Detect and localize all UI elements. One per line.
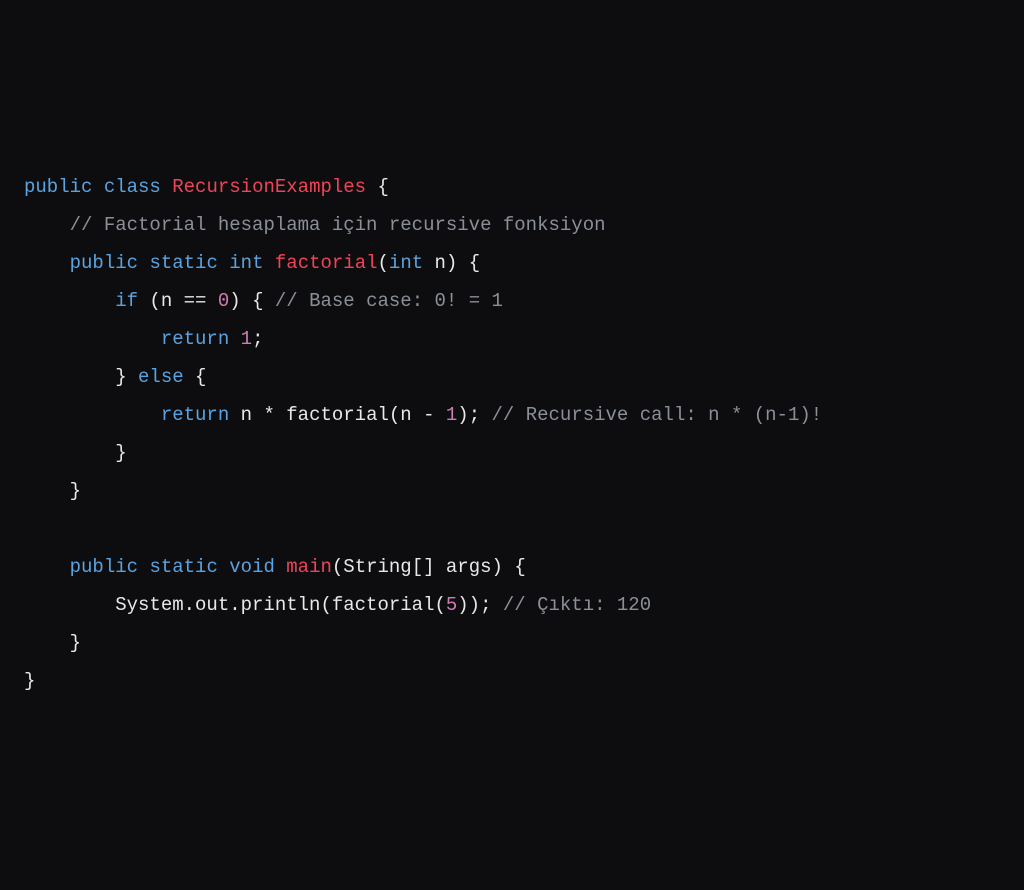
code-token: static: [149, 556, 217, 578]
code-token: else: [138, 366, 184, 388]
code-line: System.out.println(factorial(5)); // Çık…: [24, 586, 1000, 624]
code-line: return n * factorial(n - 1); // Recursiv…: [24, 396, 1000, 434]
code-token: int: [229, 252, 263, 274]
code-token: [24, 328, 161, 350]
code-block: public class RecursionExamples { // Fact…: [24, 168, 1000, 700]
code-token: 1: [241, 328, 252, 350]
code-token: (n: [138, 290, 184, 312]
code-token: {: [184, 366, 207, 388]
code-token: [24, 556, 70, 578]
code-token: [24, 290, 115, 312]
code-token: return: [161, 328, 229, 350]
code-token: n) {: [423, 252, 480, 274]
code-token: (: [378, 252, 389, 274]
code-token: [24, 252, 70, 274]
code-token: main: [286, 556, 332, 578]
code-token: [263, 252, 274, 274]
code-token: n * factorial(n -: [229, 404, 446, 426]
code-token: ;: [252, 328, 263, 350]
code-token: [218, 252, 229, 274]
code-token: public: [24, 176, 92, 198]
code-token: );: [457, 404, 491, 426]
code-token: void: [229, 556, 275, 578]
code-token: ) {: [229, 290, 275, 312]
code-line: return 1;: [24, 320, 1000, 358]
code-token: [92, 176, 103, 198]
code-line: if (n == 0) { // Base case: 0! = 1: [24, 282, 1000, 320]
code-token: [229, 328, 240, 350]
code-token: }: [24, 480, 81, 502]
code-token: ==: [184, 290, 207, 312]
code-token: [275, 556, 286, 578]
code-line: // Factorial hesaplama için recursive fo…: [24, 206, 1000, 244]
code-token: [138, 556, 149, 578]
code-token: [138, 252, 149, 274]
code-token: // Çıktı: 120: [503, 594, 651, 616]
code-line: public class RecursionExamples {: [24, 168, 1000, 206]
code-line: }: [24, 624, 1000, 662]
code-token: class: [104, 176, 161, 198]
code-token: }: [24, 366, 138, 388]
code-token: [24, 214, 70, 236]
code-token: 1: [446, 404, 457, 426]
code-line: public static void main(String[] args) {: [24, 548, 1000, 586]
code-line: public static int factorial(int n) {: [24, 244, 1000, 282]
code-token: // Base case: 0! = 1: [275, 290, 503, 312]
code-token: factorial: [275, 252, 378, 274]
code-token: // Recursive call: n * (n-1)!: [492, 404, 823, 426]
code-line: }: [24, 662, 1000, 700]
code-token: }: [24, 442, 127, 464]
code-token: ));: [457, 594, 503, 616]
code-token: if: [115, 290, 138, 312]
code-token: [218, 556, 229, 578]
code-token: }: [24, 670, 35, 692]
code-token: int: [389, 252, 423, 274]
code-token: static: [149, 252, 217, 274]
code-line: }: [24, 434, 1000, 472]
code-line: [24, 510, 1000, 548]
code-token: return: [161, 404, 229, 426]
code-token: // Factorial hesaplama için recursive fo…: [70, 214, 606, 236]
code-token: [24, 404, 161, 426]
code-token: RecursionExamples: [172, 176, 366, 198]
code-token: System.out.println(factorial(: [24, 594, 446, 616]
code-line: }: [24, 472, 1000, 510]
code-token: }: [24, 632, 81, 654]
code-token: 0: [218, 290, 229, 312]
code-token: 5: [446, 594, 457, 616]
code-token: [206, 290, 217, 312]
code-token: [161, 176, 172, 198]
code-token: (String[] args) {: [332, 556, 526, 578]
code-line: } else {: [24, 358, 1000, 396]
code-token: public: [70, 556, 138, 578]
code-token: public: [70, 252, 138, 274]
code-token: {: [366, 176, 389, 198]
